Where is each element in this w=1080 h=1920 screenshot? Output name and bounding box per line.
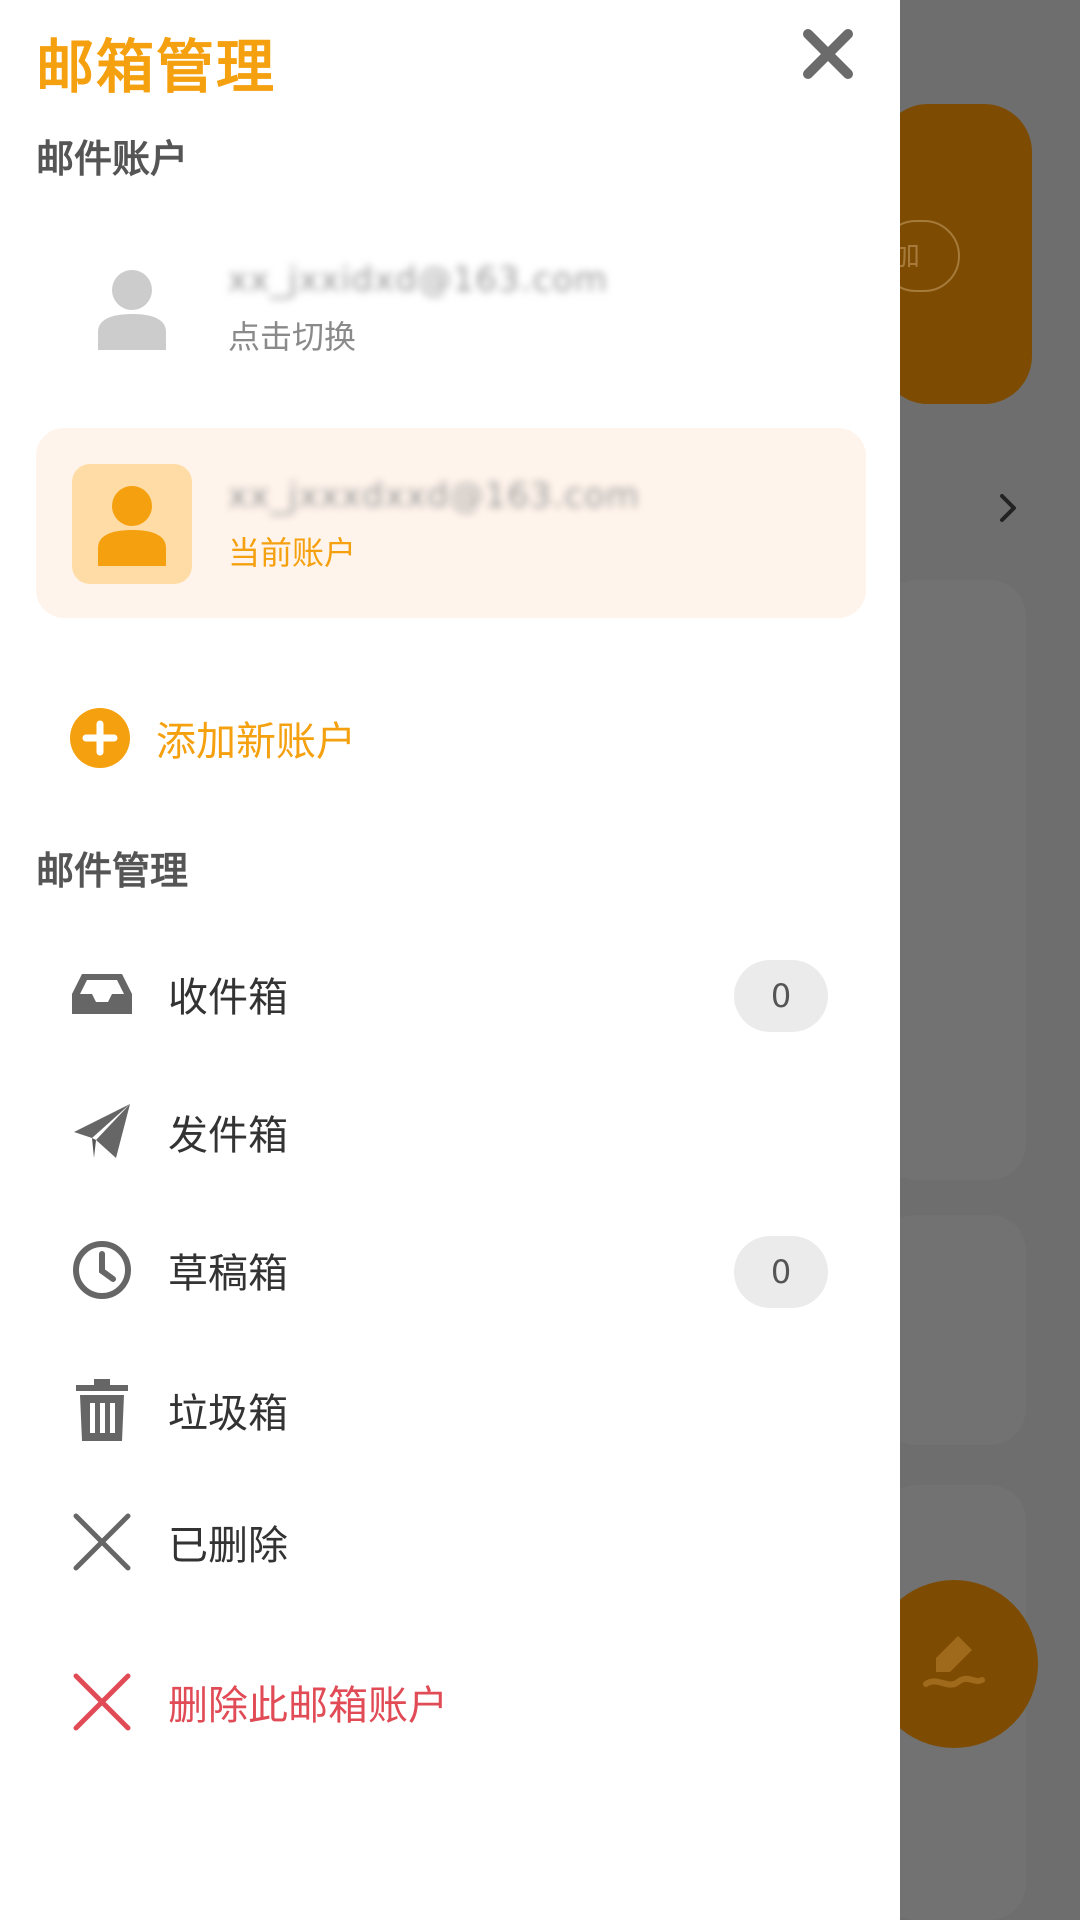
account-email: xx_jxxxdxxd@163.com [228,476,640,516]
x-icon [70,1670,134,1734]
add-account-button[interactable]: 添加新账户 [70,706,356,770]
mailbox-drawer: 邮箱管理 邮件账户 xx_jxxidxd@163.com 点击切换 xx_jxx… [0,0,900,1920]
account-email: xx_jxxidxd@163.com [228,260,608,300]
menu-item-inbox[interactable]: 收件箱 0 [70,948,830,1040]
account-status: 当前账户 [228,534,357,572]
inbox-icon [70,962,134,1026]
trash-icon [70,1378,134,1442]
menu-label: 发件箱 [168,1113,288,1159]
accounts-section-label: 邮件账户 [36,137,189,181]
plus-circle-icon [70,708,130,768]
menu-item-drafts[interactable]: 草稿箱 0 [70,1224,830,1316]
drawer-title: 邮箱管理 [36,33,277,101]
account-status: 点击切换 [228,318,357,356]
menu-item-sent[interactable]: 发件箱 [70,1086,830,1178]
user-icon [72,464,192,584]
paper-plane-icon [70,1100,134,1164]
menu-item-deleted[interactable]: 已删除 [70,1496,830,1588]
background-card [880,580,1026,1180]
menu-label: 已删除 [168,1523,288,1569]
delete-account-label: 删除此邮箱账户 [168,1683,448,1729]
user-icon [72,248,192,368]
close-button[interactable] [796,22,860,86]
menu-label: 草稿箱 [168,1251,288,1297]
delete-account-button[interactable]: 删除此邮箱账户 [70,1656,830,1748]
add-account-label: 添加新账户 [156,719,356,765]
account-item-current[interactable]: xx_jxxxdxxd@163.com 当前账户 [36,428,866,618]
close-icon [803,29,853,79]
clock-icon [70,1238,134,1302]
menu-label: 收件箱 [168,975,288,1021]
screen: 加 邮箱管理 邮件账户 xx_jxxidxd@163.com 点击切换 xx_j… [0,0,1080,1920]
compose-pen-icon [923,1636,985,1688]
drafts-count-badge: 0 [734,1236,828,1308]
menu-label: 垃圾箱 [168,1391,288,1437]
background-card [880,1215,1026,1445]
inbox-count-badge: 0 [734,960,828,1032]
menu-item-trash[interactable]: 垃圾箱 [70,1364,830,1456]
x-icon [70,1510,134,1574]
account-item-switch[interactable]: xx_jxxidxd@163.com 点击切换 [36,212,866,402]
chevron-right-icon [988,488,1028,528]
mail-section-label: 邮件管理 [36,849,189,893]
